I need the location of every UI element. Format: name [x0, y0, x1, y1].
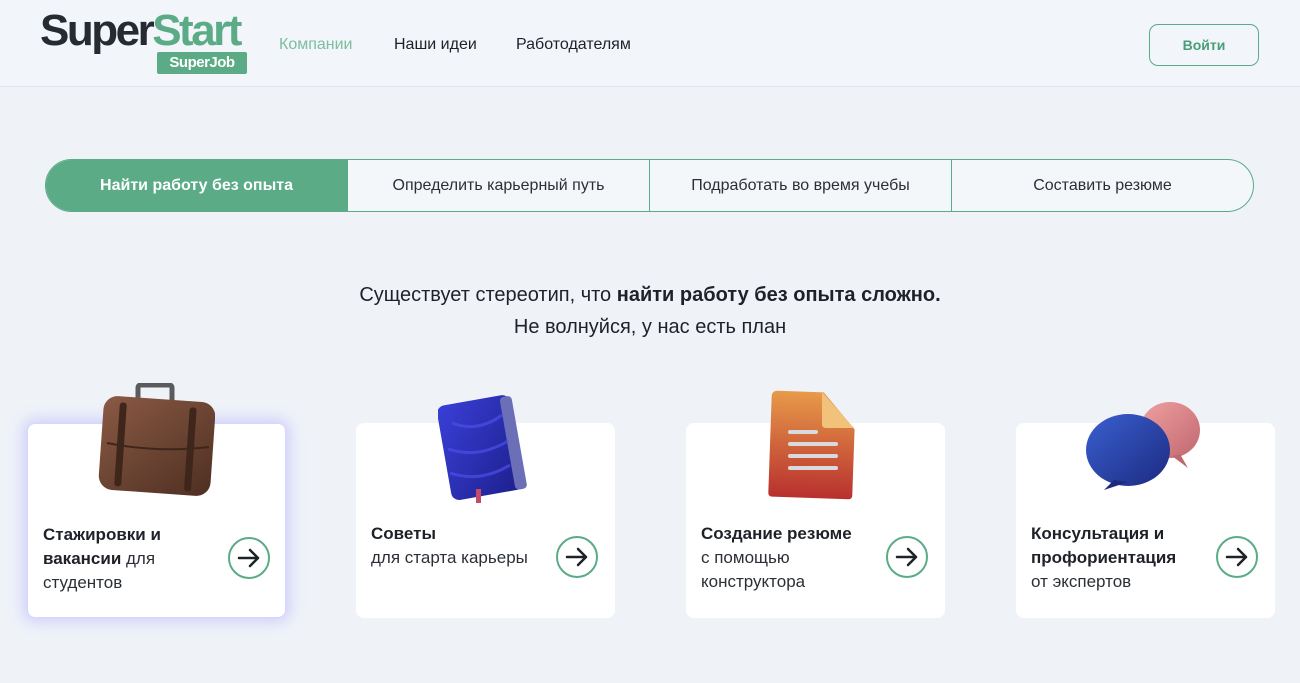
headline: Существует стереотип, что найти работу б… — [0, 279, 1300, 343]
briefcase-icon — [98, 383, 215, 496]
nav-employers[interactable]: Работодателям — [516, 35, 631, 55]
tab-part-time[interactable]: Подработать во время учебы — [649, 160, 951, 211]
tabs-bar: Найти работу без опыта Определить карьер… — [45, 159, 1254, 212]
card-text: Советы для старта карьеры — [371, 524, 528, 567]
arrow-right-icon[interactable] — [1216, 536, 1258, 578]
login-button[interactable]: Войти — [1149, 24, 1259, 66]
card-text: Создание резюме с помощью конструктора — [701, 524, 852, 591]
notebook-icon — [438, 395, 527, 503]
card-text: Консультация и профориентация от эксперто… — [1031, 524, 1177, 591]
headline-line1: Существует стереотип, что найти работу б… — [359, 284, 941, 306]
superstart-logo[interactable]: SuperStart SuperJob — [40, 8, 250, 76]
arrow-right-icon[interactable] — [228, 537, 270, 579]
tab-find-job[interactable]: Найти работу без опыта — [46, 160, 347, 211]
superjob-badge: SuperJob — [157, 52, 247, 74]
document-icon — [768, 390, 855, 500]
headline-line2: Не волнуйся, у нас есть план — [513, 316, 787, 338]
tab-resume[interactable]: Составить резюме — [951, 160, 1253, 211]
site-header: SuperStart SuperJob Компании Наши идеи Р… — [0, 0, 1300, 87]
arrow-right-icon[interactable] — [886, 536, 928, 578]
nav-our-ideas[interactable]: Наши идеи — [394, 35, 477, 55]
card-text: Стажировки и вакансии для студентов — [43, 525, 161, 592]
tab-career-path[interactable]: Определить карьерный путь — [347, 160, 649, 211]
logo-wordmark: SuperStart — [40, 6, 242, 55]
chat-bubbles-icon — [1086, 402, 1200, 490]
arrow-right-icon[interactable] — [556, 536, 598, 578]
nav-companies[interactable]: Компании — [279, 35, 353, 55]
